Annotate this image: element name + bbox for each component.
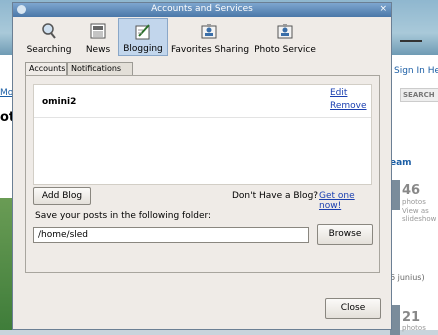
- toolbar-label: Searching: [26, 45, 72, 55]
- toolbar-label: Favorites Sharing: [171, 45, 250, 55]
- toolbar-label: News: [85, 45, 111, 55]
- newspaper-icon: [90, 23, 106, 39]
- background-photo-unit: photos: [402, 324, 426, 332]
- background-search-button[interactable]: SEARCH: [400, 88, 438, 102]
- accounts-panel: omini2 Edit Remove Add Blog Don't Have a…: [25, 75, 380, 273]
- background-slideshow-link[interactable]: View as slideshow: [402, 207, 436, 223]
- toolbar-blogging[interactable]: Blogging: [118, 18, 168, 56]
- folder-path-input[interactable]: /home/sled: [33, 227, 309, 243]
- background-signin-link[interactable]: Sign In He: [394, 66, 438, 76]
- remove-link[interactable]: Remove: [330, 101, 367, 111]
- toolbar-favorites-sharing[interactable]: Favorites Sharing: [171, 18, 250, 56]
- no-blog-label: Don't Have a Blog?: [232, 191, 319, 201]
- accounts-dialog: Accounts and Services × Searching News B…: [12, 2, 392, 330]
- toolbar-label: Photo Service: [254, 45, 316, 55]
- photo-card-icon: [277, 24, 293, 39]
- add-blog-button[interactable]: Add Blog: [33, 187, 91, 205]
- close-icon[interactable]: ×: [379, 4, 387, 14]
- toolbar-news[interactable]: News: [83, 18, 113, 56]
- close-button[interactable]: Close: [325, 298, 381, 319]
- background-team-link[interactable]: eam: [390, 158, 412, 168]
- folder-label: Save your posts in the following folder:: [35, 211, 212, 221]
- list-item[interactable]: omini2 Edit Remove: [34, 85, 371, 118]
- account-name: omini2: [42, 97, 77, 107]
- favorites-card-icon: [201, 24, 217, 39]
- background-date-fragment: 6 junius): [390, 273, 425, 282]
- background-photo-count: 21: [402, 310, 421, 325]
- tab-accounts[interactable]: Accounts: [25, 62, 67, 76]
- browse-button[interactable]: Browse: [317, 224, 373, 245]
- edit-link[interactable]: Edit: [330, 88, 347, 98]
- dialog-title: Accounts and Services: [151, 4, 253, 14]
- boat-graphic: [400, 30, 422, 42]
- background-right-column: Sign In He SEARCH eam 46 photos View as …: [390, 55, 438, 335]
- toolbar-searching[interactable]: Searching: [23, 18, 75, 56]
- toolbar-photo-service[interactable]: Photo Service: [253, 18, 317, 56]
- blog-pen-icon: [135, 24, 150, 40]
- background-photo-unit: photos: [402, 198, 426, 206]
- blog-accounts-list: omini2 Edit Remove: [33, 84, 372, 185]
- magnifier-icon: [42, 23, 56, 39]
- dialog-titlebar[interactable]: Accounts and Services ×: [13, 3, 391, 17]
- tab-notifications[interactable]: Notifications: [67, 62, 133, 75]
- category-toolbar: Searching News Blogging Favorites Sharin…: [13, 18, 391, 56]
- background-photo-count: 46: [402, 183, 421, 198]
- get-one-now-link[interactable]: Get one now!: [319, 191, 379, 211]
- toolbar-label: Blogging: [123, 44, 163, 54]
